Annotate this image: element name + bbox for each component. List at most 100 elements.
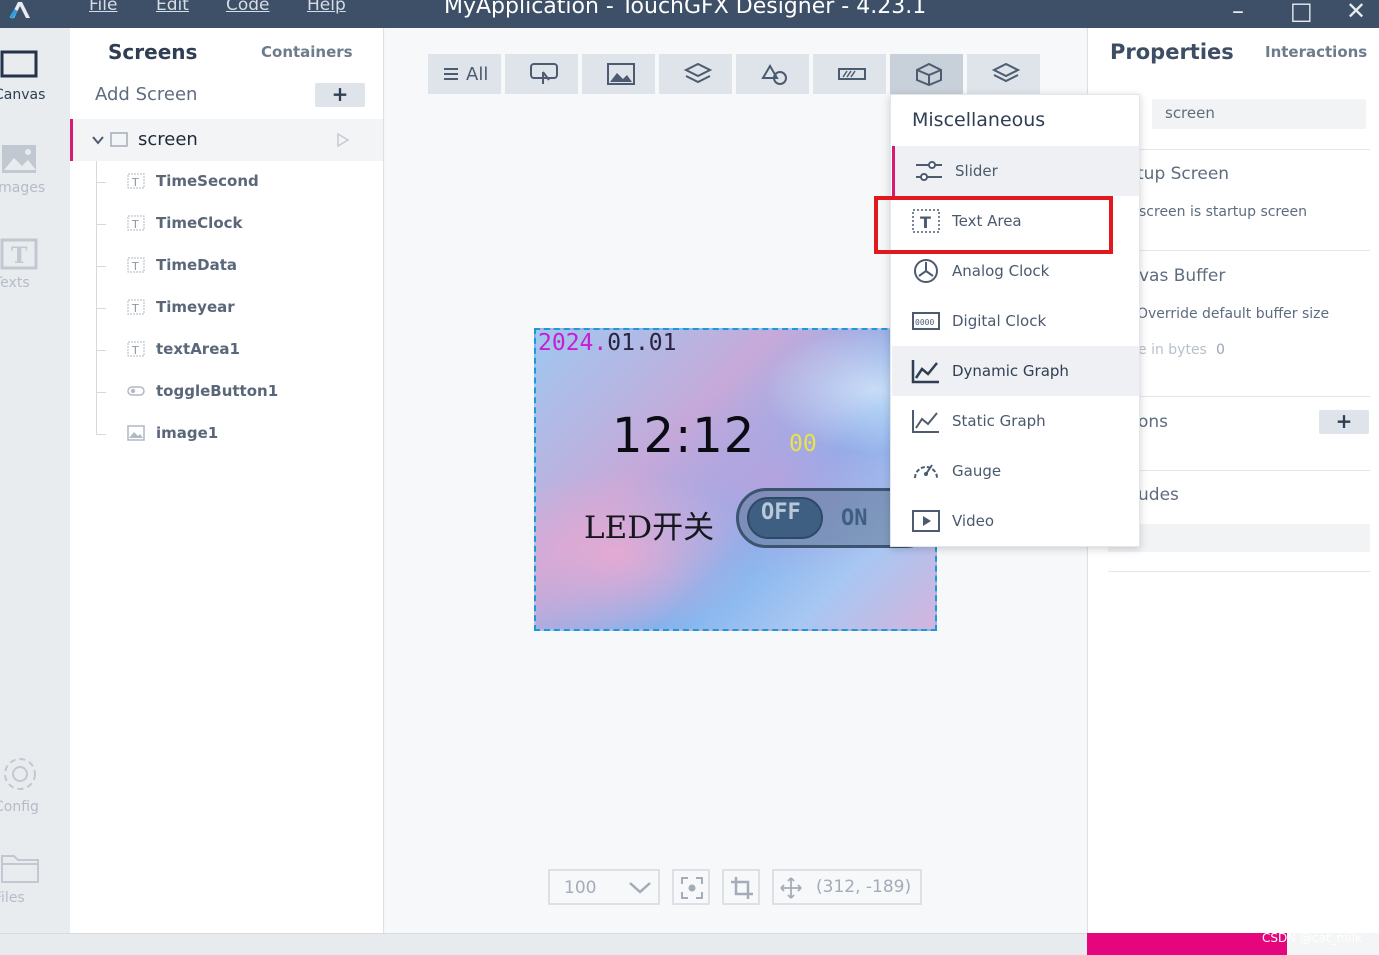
canvas-buffer-heading: vas Buffer [1139, 266, 1226, 286]
svg-text:T: T [131, 218, 139, 231]
run-target-bar[interactable] [1087, 933, 1287, 955]
layers-icon [991, 62, 1021, 83]
rail-config-label: Config [0, 799, 39, 815]
add-screen-button[interactable]: + [315, 83, 365, 107]
crop-icon [731, 877, 753, 899]
crop-button[interactable] [722, 869, 760, 905]
dropdown-item-slider[interactable]: Slider [892, 146, 1139, 196]
rail-files[interactable]: Files [0, 848, 70, 918]
rail-images[interactable]: Images [0, 140, 70, 210]
rail-files-label: Files [0, 890, 25, 906]
texts-icon: T [0, 238, 38, 270]
add-action-button[interactable]: + [1319, 410, 1369, 434]
toolbar-all-button[interactable]: All [428, 54, 503, 94]
dropdown-item-gauge[interactable]: Gauge [892, 446, 1139, 496]
dropdown-item-static-graph[interactable]: Static Graph [892, 396, 1139, 446]
digital-clock-icon: 0000 [912, 312, 940, 330]
time-clock-text[interactable]: 12:12 [612, 408, 755, 464]
dropdown-item-label: Analog Clock [952, 262, 1050, 280]
led-label-text[interactable]: LED开关 [584, 502, 714, 547]
menu-file[interactable]: File [89, 0, 117, 15]
includes-field[interactable] [1108, 524, 1370, 552]
static-graph-icon [912, 410, 939, 433]
svg-text:T: T [131, 260, 139, 273]
video-icon [912, 510, 940, 532]
time-second-text[interactable]: 00 [789, 431, 817, 457]
screen-row[interactable]: screen [70, 119, 383, 161]
gear-icon [4, 758, 36, 790]
rail-texts[interactable]: T Texts [0, 235, 70, 305]
screen-name-value: screen [1165, 104, 1215, 122]
miscellaneous-dropdown: Miscellaneous Slider T Text Area Analog … [890, 94, 1140, 547]
startup-screen-heading: tup Screen [1137, 164, 1230, 184]
buffer-size-value[interactable]: 0 [1216, 342, 1225, 358]
tree-item[interactable]: T TimeClock [70, 203, 383, 245]
folder-icon [1, 855, 39, 883]
tree-item-label: toggleButton1 [156, 382, 279, 400]
date-text[interactable]: 2024.01.01 [538, 330, 677, 356]
svg-text:T: T [11, 243, 28, 269]
watermark: CSDN @cat_milk [1262, 931, 1362, 945]
screen-name-field[interactable]: screen [1152, 99, 1366, 129]
screen-name: screen [138, 129, 198, 150]
toolbar-shapes-button[interactable] [736, 54, 811, 94]
startup-screen-checkbox[interactable]: screen is startup screen [1139, 204, 1307, 220]
override-buffer-checkbox[interactable]: Override default buffer size [1137, 306, 1329, 322]
tree-item[interactable]: T TimeSecond [70, 161, 383, 203]
toggle-icon [127, 386, 145, 396]
tree-item[interactable]: T textArea1 [70, 329, 383, 371]
toolbar-misc-button[interactable] [890, 54, 965, 94]
svg-text:0000: 0000 [915, 318, 934, 327]
tab-containers[interactable]: Containers [261, 43, 353, 61]
text-area-icon: T [127, 341, 145, 357]
add-screen-label: Add Screen [95, 84, 198, 105]
coordinates-value: (312, -189) [816, 877, 912, 897]
tree-item[interactable]: toggleButton1 [70, 371, 383, 413]
dropdown-item-label: Slider [955, 162, 998, 180]
misc-icon [916, 62, 942, 86]
dropdown-item-label: Dynamic Graph [952, 362, 1069, 380]
zoom-select[interactable]: 100 [548, 869, 660, 905]
toolbar-containers-button[interactable] [659, 54, 734, 94]
dropdown-item-digital-clock[interactable]: 0000 Digital Clock [892, 296, 1139, 346]
close-button[interactable]: ✕ [1346, 0, 1366, 25]
play-icon[interactable] [335, 132, 351, 148]
date-year: 2024. [538, 330, 608, 356]
tab-properties[interactable]: Properties [1110, 40, 1234, 64]
image-icon [607, 63, 635, 85]
rail-canvas[interactable]: Canvas [0, 46, 70, 116]
tree-item-label: TimeData [156, 256, 238, 274]
dropdown-item-label: Static Graph [952, 412, 1046, 430]
tree-item[interactable]: T TimeData [70, 245, 383, 287]
rail-config[interactable]: Config [0, 753, 70, 823]
tree-item-label: textArea1 [156, 340, 240, 358]
tree-item[interactable]: T Timeyear [70, 287, 383, 329]
rail-images-label: Images [0, 180, 46, 196]
zoom-value: 100 [564, 878, 597, 898]
chevron-down-icon[interactable] [91, 134, 105, 146]
text-area-icon: T [127, 215, 145, 231]
tab-interactions[interactable]: Interactions [1265, 43, 1367, 61]
menu-edit[interactable]: Edit [156, 0, 189, 15]
screen-icon [110, 132, 128, 147]
maximize-button[interactable]: □ [1290, 0, 1313, 25]
date-rest: 01.01 [607, 330, 677, 356]
tree-item-label: image1 [156, 424, 219, 442]
menu-code[interactable]: Code [226, 0, 270, 15]
left-rail: Canvas Images T Texts Config Files [0, 28, 70, 933]
minimize-button[interactable]: – [1232, 0, 1244, 25]
screen-preview[interactable]: 2024.01.01 12:12 00 LED开关 OFF ON [534, 328, 937, 631]
fit-screen-button[interactable] [672, 869, 710, 905]
toolbar-layers-button[interactable] [967, 54, 1042, 94]
menu-help[interactable]: Help [307, 0, 346, 15]
toolbar-progress-button[interactable] [813, 54, 888, 94]
tab-screens[interactable]: Screens [108, 40, 197, 64]
dropdown-item-dynamic-graph[interactable]: Dynamic Graph [892, 346, 1139, 396]
tree-item[interactable]: image1 [70, 413, 383, 455]
dropdown-item-video[interactable]: Video [892, 496, 1139, 546]
chevron-down-icon [629, 882, 651, 894]
images-icon [2, 145, 36, 173]
toolbar-buttons-button[interactable] [505, 54, 580, 94]
toolbar-images-button[interactable] [582, 54, 657, 94]
coordinates-display: (312, -189) [772, 869, 922, 905]
